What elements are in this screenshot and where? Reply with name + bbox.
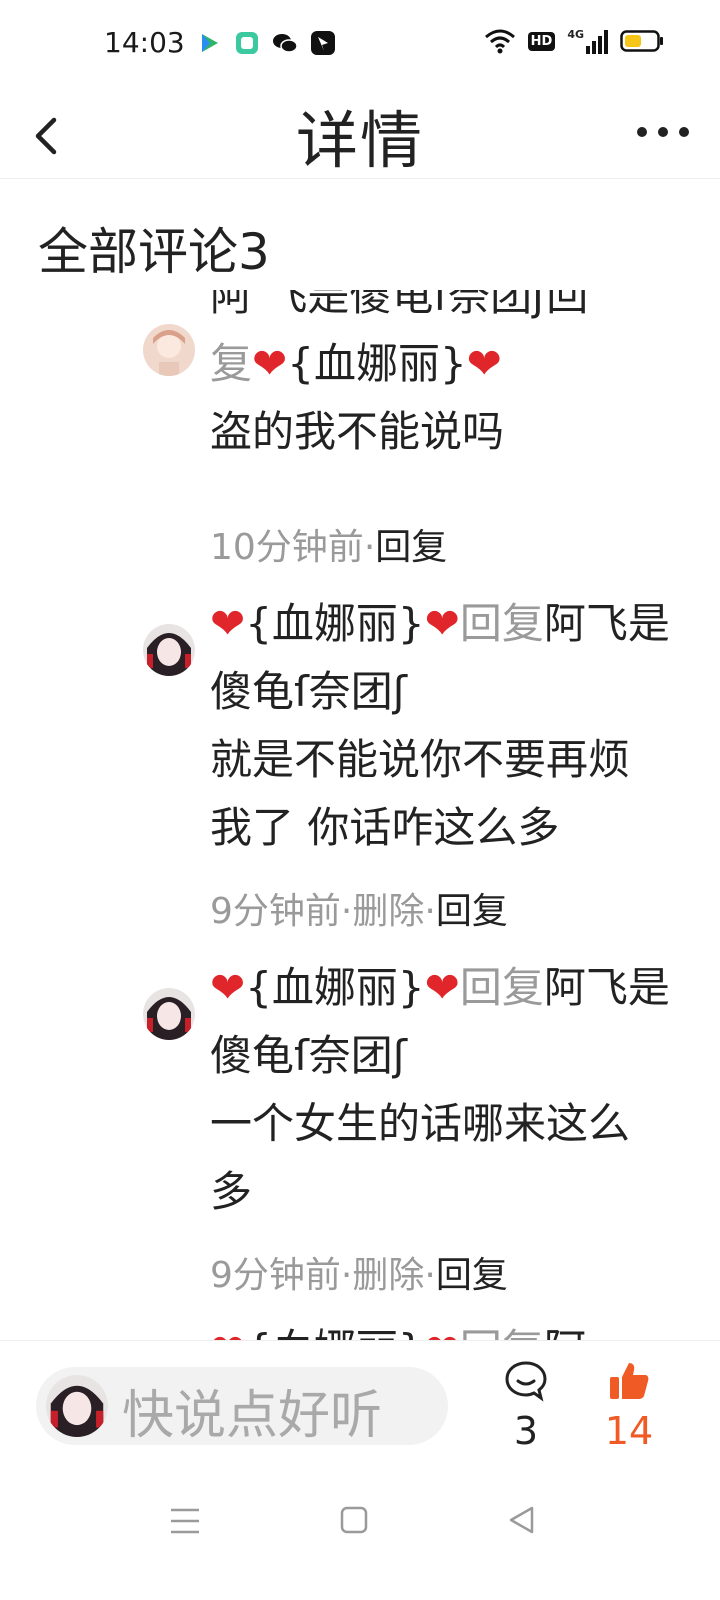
my-avatar [46,1375,108,1437]
comment-text: 盗的我不能说吗 [210,407,505,456]
comment-author[interactable]: {血娜丽} [287,339,466,388]
comment-meta: 10分钟前·回复 [210,518,447,570]
comment-author[interactable]: {血娜丽} [245,1325,424,1340]
comments-section-title: 全部评论3 [38,223,270,281]
battery-icon [620,30,663,52]
meta-separator: · [340,1255,353,1296]
4g-signal-icon: 4G [567,28,608,54]
like-button[interactable]: 14 [596,1359,662,1453]
comment-text: 就是不能说你不要再烦我了 你话咋这么多 [210,735,631,852]
reply-word: 复 [210,339,253,388]
meta-separator: · [424,1255,436,1296]
status-bar: 14:03 HD 4G [0,0,720,88]
heart-icon: ❤ [210,963,246,1012]
comment-text: 一个女生的话哪来这么多 [210,1099,631,1216]
comments-button[interactable]: 3 [498,1359,554,1453]
home-icon[interactable] [338,1504,370,1536]
comment-input-placeholder: 快说点好听 [122,1386,383,1446]
comment-body: ❤{血娜丽}❤回复阿飞是傻龟ſ奈团ʃ 就是不能说你不要再烦我了 你话咋这么多 [210,590,670,862]
reply-button[interactable]: 回复 [436,1255,508,1296]
media-icon [202,34,218,52]
avatar[interactable] [143,988,195,1040]
meta-separator: · [363,527,376,568]
comment-count: 3 [513,1409,539,1453]
comment-body: ❤{血娜丽}❤回复阿飞是傻龟ſ奈团ʃ 一个女生的话哪来这么多 [210,954,670,1226]
status-system-icons: HD 4G [484,28,664,54]
heart-icon: ❤ [425,1325,460,1340]
wechat-icon [273,34,298,53]
comment-time: 9分钟前 [210,1255,341,1296]
app-icon [236,32,258,54]
meta-separator: · [424,891,436,932]
heart-icon: ❤ [466,339,502,388]
comment-time: 10分钟前 [210,527,364,568]
page-title: 详情 [295,104,424,177]
status-notification-icons [196,30,336,56]
nav-bar: 详情 [0,88,720,179]
avatar[interactable] [143,324,195,376]
hd-icon: HD [527,31,556,51]
comment-body: 阿 飞是傻龟ſ奈团ʃ回 复❤{血娜丽}❤ 盗的我不能说吗 [210,290,670,466]
comment-time: 9分钟前 [210,891,341,932]
back-triangle-icon[interactable] [506,1504,538,1536]
reply-word: 回复 [459,599,544,648]
reply-target[interactable]: 阿 [544,1325,586,1340]
delete-button[interactable]: 删除 [352,1255,424,1296]
reply-word: 回复 [459,963,544,1012]
avatar[interactable] [143,624,195,676]
comment-list[interactable]: 阿 飞是傻龟ſ奈团ʃ回 复❤{血娜丽}❤ 盗的我不能说吗 10分钟前·回复 ❤{… [0,290,720,1340]
reply-target[interactable]: 阿 飞是傻龟ſ奈团ʃ回 [210,290,588,320]
comment-meta: 9分钟前·删除·回复 [210,882,508,934]
comment-author[interactable]: {血娜丽} [245,599,424,648]
network-label: 4G [567,28,584,41]
system-nav-bar [0,1470,720,1600]
like-count: 14 [604,1409,654,1453]
reply-button[interactable]: 回复 [375,527,447,568]
bottom-action-bar: 快说点好听 3 14 [0,1340,720,1471]
comment-author[interactable]: {血娜丽} [245,963,424,1012]
thumbs-up-icon [610,1363,649,1399]
comment-input[interactable]: 快说点好听 [36,1367,448,1446]
heart-icon: ❤ [424,963,460,1012]
heart-icon: ❤ [210,599,246,648]
comment-meta: 9分钟前·删除·回复 [210,1246,508,1298]
more-options-button[interactable] [634,112,692,152]
meta-separator: · [340,891,353,932]
wifi-icon [484,29,515,54]
reply-button[interactable]: 回复 [436,891,508,932]
comment-body: ❤{血娜丽}❤回复阿 [210,1316,670,1340]
menu-icon[interactable] [168,1506,202,1536]
app2-icon [311,31,335,55]
heart-icon: ❤ [424,599,460,648]
reply-word: 回复 [460,1325,544,1340]
heart-icon: ❤ [210,1325,245,1340]
heart-icon: ❤ [252,339,288,388]
comment-bubble-icon [505,1361,547,1402]
delete-button[interactable]: 删除 [352,891,424,932]
status-time: 14:03 [104,26,185,59]
